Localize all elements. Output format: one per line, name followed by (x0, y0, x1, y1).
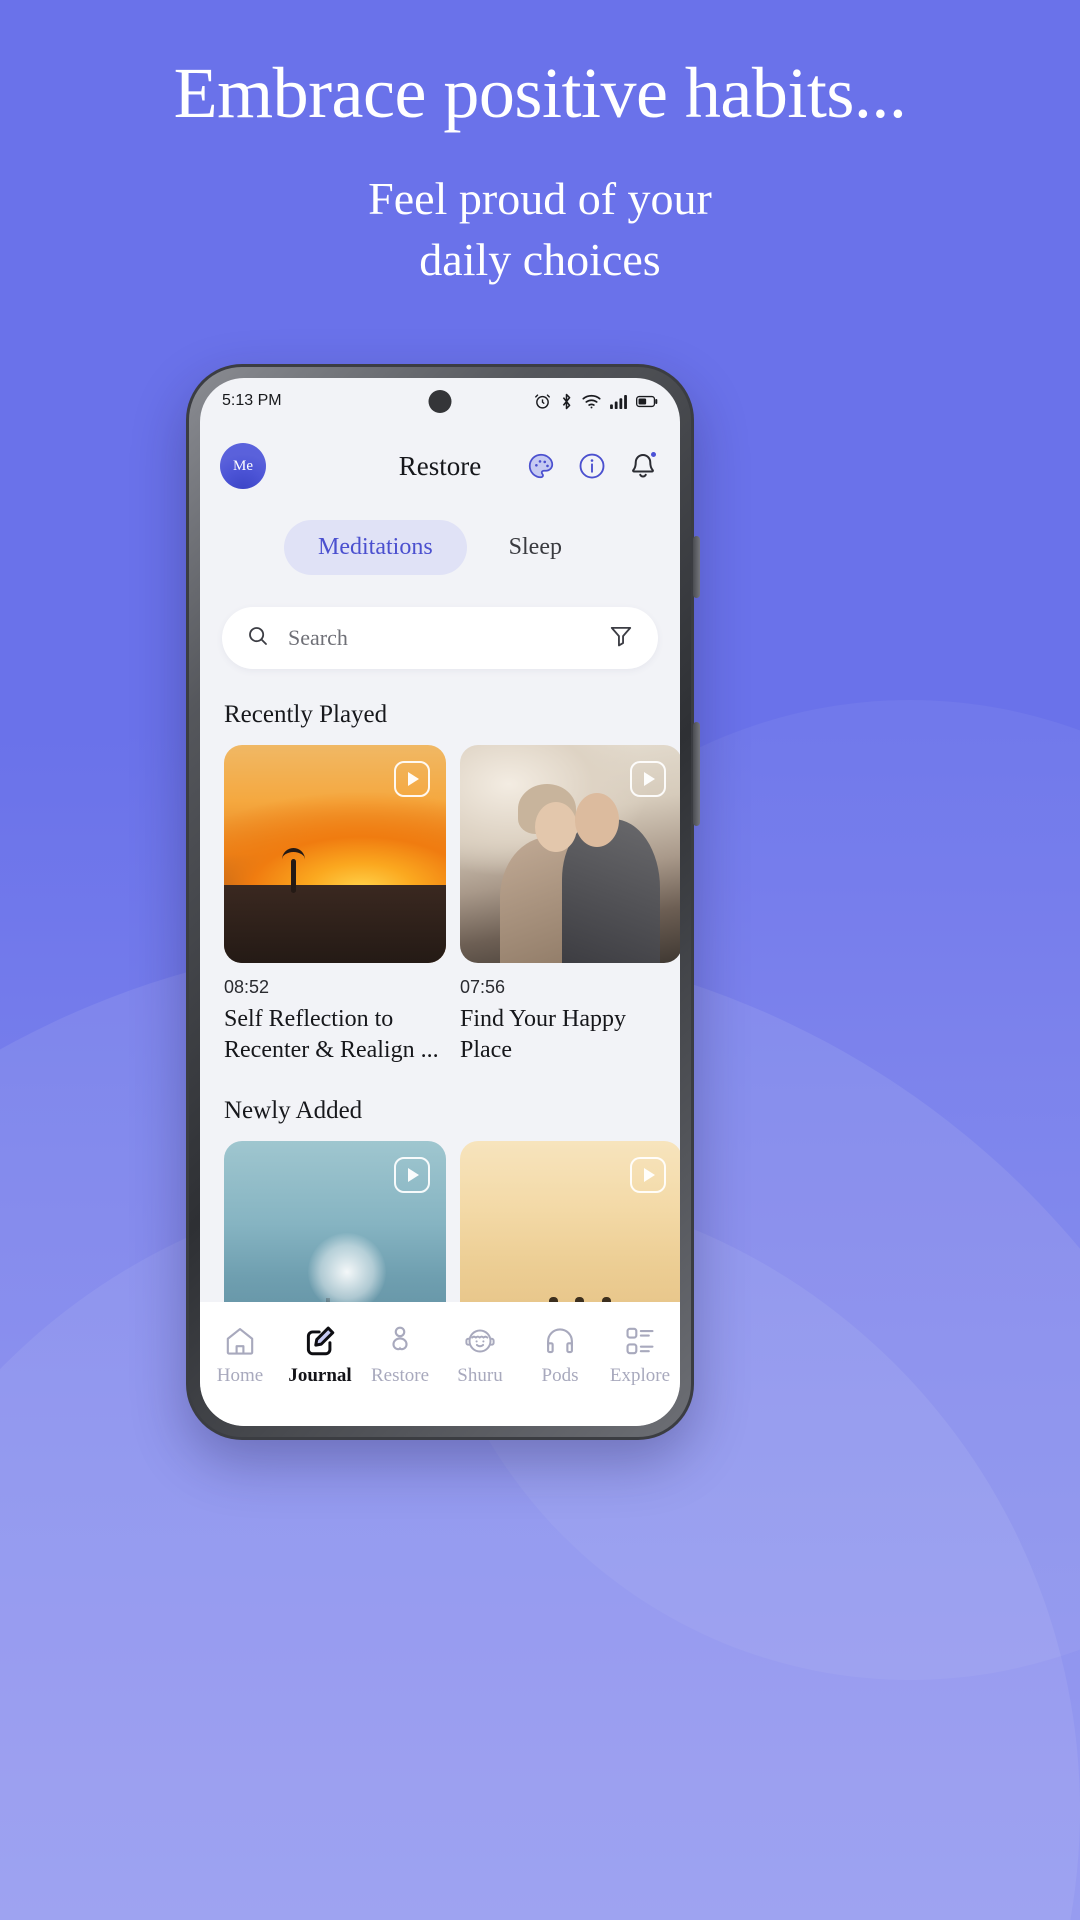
headphones-icon (543, 1324, 577, 1358)
info-icon[interactable] (575, 449, 609, 483)
home-icon (223, 1324, 257, 1358)
card-thumbnail (224, 745, 446, 963)
palette-icon[interactable] (524, 449, 558, 483)
restore-icon (383, 1324, 417, 1358)
promo-headline: Embrace positive habits... (173, 53, 907, 133)
avatar-label: Me (233, 457, 253, 474)
header-actions (524, 449, 660, 483)
promo-subheadline: Feel proud of your daily choices (0, 169, 1080, 290)
cellular-signal-icon (610, 394, 627, 409)
filter-icon[interactable] (608, 623, 634, 654)
explore-grid-icon (623, 1324, 657, 1358)
bluetooth-icon (560, 393, 573, 410)
nav-item-restore[interactable]: Restore (360, 1324, 440, 1387)
search-bar[interactable]: Search (222, 607, 658, 669)
thumbnail-silhouette (224, 884, 446, 963)
search-icon (246, 624, 270, 653)
nav-item-shuru[interactable]: Shuru (440, 1324, 520, 1387)
section-title-recently-played: Recently Played (224, 701, 388, 728)
thumbnail-shape (535, 801, 578, 852)
card-thumbnail (460, 745, 680, 963)
status-icons (534, 393, 658, 410)
wifi-icon (582, 394, 601, 409)
promo-subheadline-line2: daily choices (419, 233, 661, 285)
play-icon[interactable] (630, 761, 666, 797)
nav-item-pods[interactable]: Pods (520, 1324, 600, 1387)
search-input[interactable]: Search (288, 625, 608, 651)
bottom-navigation: Home Journal Restore Shuru Pods Explore (200, 1302, 680, 1426)
journal-pencil-icon (303, 1324, 337, 1358)
front-camera-punchhole (428, 390, 452, 413)
status-bar: 5:13 PM (200, 378, 680, 424)
phone-screen: 5:13 PM Me Restore Meditations Sleep Sea… (200, 378, 680, 1426)
notification-badge (649, 450, 658, 459)
category-tabs: Meditations Sleep (200, 520, 680, 575)
thumbnail-figure (281, 848, 305, 894)
page-title: Restore (398, 450, 482, 481)
avatar[interactable]: Me (220, 443, 266, 489)
phone-power-button[interactable] (693, 536, 700, 598)
alarm-icon (534, 393, 551, 410)
thumbnail-shape (308, 1232, 387, 1311)
card-duration: 07:56 (460, 977, 506, 997)
nav-label: Journal (288, 1365, 352, 1386)
bell-icon[interactable] (626, 449, 660, 483)
nav-item-journal[interactable]: Journal (280, 1324, 360, 1387)
play-icon[interactable] (630, 1157, 666, 1194)
phone-mockup: 5:13 PM Me Restore Meditations Sleep Sea… (186, 364, 700, 1440)
battery-icon (636, 395, 658, 408)
phone-volume-button[interactable] (693, 722, 700, 826)
section-title-newly-added: Newly Added (224, 1097, 363, 1125)
nav-label: Home (216, 1365, 264, 1386)
media-card[interactable]: 07:56 Find Your Happy Place (460, 745, 680, 1065)
tab-meditations[interactable]: Meditations (284, 520, 467, 575)
promo-copy: Embrace positive habits... Feel proud of… (0, 0, 1080, 291)
shuru-face-icon (463, 1324, 497, 1358)
status-time: 5:13 PM (222, 392, 282, 409)
nav-item-home[interactable]: Home (200, 1324, 280, 1387)
tab-sleep[interactable]: Sleep (475, 520, 596, 575)
nav-label: Pods (541, 1365, 579, 1386)
nav-label: Shuru (457, 1365, 503, 1386)
app-header: Me Restore (200, 424, 680, 508)
nav-label: Explore (609, 1365, 671, 1386)
promo-subheadline-line1: Feel proud of your (368, 173, 712, 225)
media-card[interactable]: 08:52 Self Reflection to Recenter & Real… (224, 745, 446, 1065)
nav-label: Restore (370, 1365, 430, 1386)
play-icon[interactable] (394, 761, 430, 797)
recently-played-cards: 08:52 Self Reflection to Recenter & Real… (200, 745, 680, 1065)
nav-item-explore[interactable]: Explore (600, 1324, 680, 1387)
card-title: Find Your Happy Place (460, 1006, 627, 1063)
card-duration: 08:52 (224, 977, 270, 997)
card-title: Self Reflection to Recenter & Realign ..… (224, 1006, 439, 1063)
play-icon[interactable] (394, 1157, 430, 1194)
